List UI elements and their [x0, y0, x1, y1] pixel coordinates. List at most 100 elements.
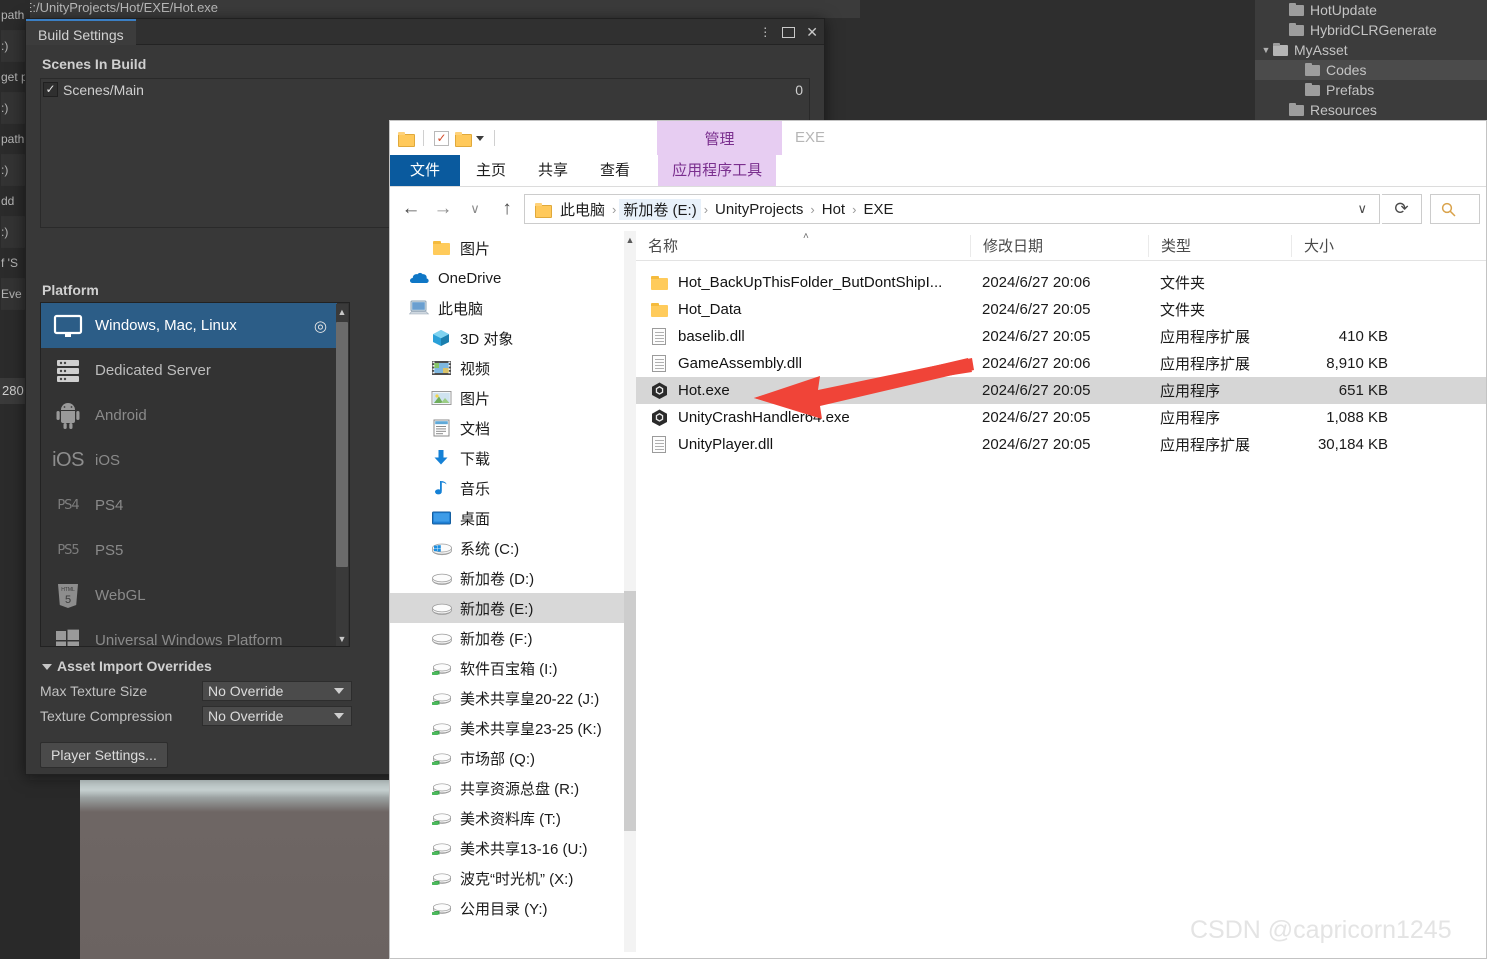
collapse-triangle-icon[interactable]	[42, 664, 52, 671]
hierarchy-row[interactable]: HybridCLRGenerate	[1255, 20, 1487, 40]
platform-row[interactable]: Dedicated Server	[41, 348, 337, 393]
hierarchy-row[interactable]: HotUpdate	[1255, 0, 1487, 20]
search-input[interactable]	[1430, 194, 1480, 224]
platform-row[interactable]: iOS iOS	[41, 438, 337, 483]
file-explorer-window[interactable]: ✓ 管理 EXE 文件 主页 共享 查看 应用程序工具 ← → ∨ ↑ 此电脑 › 新加卷 …	[389, 120, 1487, 959]
nav-item[interactable]: 美术共享13-16 (U:)	[390, 833, 636, 863]
nav-item[interactable]: 新加卷 (E:)	[390, 593, 636, 623]
hierarchy-row[interactable]: Codes	[1255, 60, 1487, 80]
forward-button[interactable]: →	[428, 194, 458, 224]
override-dropdown[interactable]: No Override	[202, 705, 352, 726]
nav-item[interactable]: OneDrive	[390, 263, 636, 293]
breadcrumb[interactable]: 此电脑 › 新加卷 (E:) › UnityProjects › Hot › EXE ∨	[524, 194, 1380, 224]
table-row[interactable]: Hot_BackUpThisFolder_ButDontShipI... 2024…	[636, 269, 1486, 296]
nav-item[interactable]: 系统 (C:)	[390, 533, 636, 563]
nav-item[interactable]: 桌面	[390, 503, 636, 533]
this-pc-icon	[408, 298, 430, 318]
nav-item[interactable]: 美术资料库 (T:)	[390, 803, 636, 833]
tab-2[interactable]: 共享	[522, 155, 584, 187]
navigation-pane[interactable]: 图片 OneDrive 此电脑 3D 对象 视频 图片 文档 下载 音乐 桌面 系统 (C:) 新加卷…	[390, 231, 636, 952]
nav-item[interactable]: 图片	[390, 383, 636, 413]
nav-item[interactable]: 共享资源总盘 (R:)	[390, 773, 636, 803]
chevron-down-icon[interactable]	[334, 687, 344, 694]
platform-row[interactable]: Windows, Mac, Linux ◎	[41, 303, 337, 348]
recent-locations-button[interactable]: ∨	[460, 194, 490, 224]
back-button[interactable]: ←	[396, 194, 426, 224]
address-bar[interactable]: ← → ∨ ↑ 此电脑 › 新加卷 (E:) › UnityProjects › Hot › E…	[390, 187, 1486, 231]
table-row[interactable]: GameAssembly.dll 2024/6/27 20:06 应用程序扩展 8,9…	[636, 350, 1486, 377]
override-dropdown[interactable]: No Override	[202, 680, 352, 701]
nav-item[interactable]: 3D 对象	[390, 323, 636, 353]
scene-row[interactable]: ✓ Scenes/Main 0	[41, 79, 809, 100]
nav-item[interactable]: 视频	[390, 353, 636, 383]
kebab-menu-icon[interactable]: ⋮	[759, 26, 771, 38]
unity-project-hierarchy[interactable]: HotUpdate HybridCLRGenerate ▼ MyAsset Codes P…	[1255, 0, 1487, 120]
platform-row[interactable]: Universal Windows Platform	[41, 618, 337, 646]
hierarchy-row[interactable]: ▼ MyAsset	[1255, 40, 1487, 60]
scrollbar-thumb[interactable]	[624, 591, 636, 831]
nav-item[interactable]: 音乐	[390, 473, 636, 503]
build-settings-titlebar[interactable]: Build Settings ⋮ ✕	[26, 19, 824, 45]
refresh-button[interactable]: ⟳	[1382, 194, 1422, 224]
tab-1[interactable]: 主页	[460, 155, 522, 187]
column-headers[interactable]: 名称 修改日期 类型 大小 ˄	[636, 231, 1486, 261]
breadcrumb-item[interactable]: EXE	[859, 201, 897, 218]
folder-icon[interactable]	[398, 131, 415, 147]
column-header-size[interactable]: 大小	[1291, 234, 1396, 257]
tab-0[interactable]: 文件	[390, 155, 461, 187]
tab-4[interactable]: 应用程序工具	[658, 155, 777, 187]
chevron-down-icon[interactable]	[476, 135, 484, 141]
platform-scrollbar[interactable]: ▲ ▼	[336, 304, 348, 646]
column-header-type[interactable]: 类型	[1148, 234, 1291, 257]
platform-row[interactable]: PS5 PS5	[41, 528, 337, 573]
file-list-pane[interactable]: 名称 修改日期 类型 大小 ˄ Hot_BackUpThisFolder_ButDont…	[636, 231, 1486, 952]
table-row[interactable]: UnityCrashHandler64.exe 2024/6/27 20:05 应用…	[636, 404, 1486, 431]
breadcrumb-item[interactable]: 此电脑	[556, 199, 609, 220]
breadcrumb-item[interactable]: UnityProjects	[711, 201, 807, 218]
nav-item[interactable]: 波克“时光机” (X:)	[390, 863, 636, 893]
ribbon-tabs[interactable]: 文件 主页 共享 查看 应用程序工具	[390, 155, 1486, 187]
breadcrumb-item[interactable]: Hot	[818, 201, 849, 218]
tab-3[interactable]: 查看	[584, 155, 646, 187]
nav-item[interactable]: 美术共享皇23-25 (K:)	[390, 713, 636, 743]
maximize-icon[interactable]	[782, 26, 796, 38]
build-settings-tab[interactable]: Build Settings	[26, 19, 136, 45]
expander-icon[interactable]: ▼	[1259, 40, 1273, 60]
nav-item[interactable]: 软件百宝箱 (I:)	[390, 653, 636, 683]
platform-row[interactable]: HTML 5 WebGL	[41, 573, 337, 618]
up-button[interactable]: ↑	[492, 194, 522, 224]
nav-item[interactable]: 公用目录 (Y:)	[390, 893, 636, 923]
hierarchy-row[interactable]: Prefabs	[1255, 80, 1487, 100]
platform-list[interactable]: Windows, Mac, Linux ◎ Dedicated Server Andr…	[40, 302, 350, 647]
player-settings-button[interactable]: Player Settings...	[40, 742, 168, 768]
scroll-up-icon[interactable]: ▲	[336, 304, 348, 320]
nav-item[interactable]: 此电脑	[390, 293, 636, 323]
nav-item[interactable]: 新加卷 (D:)	[390, 563, 636, 593]
table-row[interactable]: Hot.exe 2024/6/27 20:05 应用程序 651 KB	[636, 377, 1486, 404]
scrollbar-thumb[interactable]	[336, 322, 348, 567]
nav-scrollbar[interactable]: ▲	[624, 231, 636, 952]
chevron-down-icon[interactable]	[334, 712, 344, 719]
scroll-up-icon[interactable]: ▲	[624, 231, 636, 249]
scroll-down-icon[interactable]: ▼	[336, 631, 348, 646]
close-icon[interactable]: ✕	[806, 25, 818, 39]
chevron-down-icon[interactable]: ∨	[1349, 201, 1375, 217]
platform-row[interactable]: Android	[41, 393, 337, 438]
column-header-date[interactable]: 修改日期	[970, 234, 1148, 257]
scene-checkbox[interactable]: ✓	[43, 82, 58, 97]
nav-item[interactable]: 文档	[390, 413, 636, 443]
table-row[interactable]: baselib.dll 2024/6/27 20:05 应用程序扩展 410 KB	[636, 323, 1486, 350]
platform-row[interactable]: PS4 PS4	[41, 483, 337, 528]
table-row[interactable]: UnityPlayer.dll 2024/6/27 20:05 应用程序扩展 30,1…	[636, 431, 1486, 458]
nav-item[interactable]: 下载	[390, 443, 636, 473]
nav-item[interactable]: 新加卷 (F:)	[390, 623, 636, 653]
breadcrumb-item[interactable]: 新加卷 (E:)	[619, 198, 701, 220]
table-row[interactable]: Hot_Data 2024/6/27 20:05 文件夹	[636, 296, 1486, 323]
properties-checkbox-icon[interactable]: ✓	[434, 130, 449, 146]
nav-item[interactable]: 市场部 (Q:)	[390, 743, 636, 773]
new-folder-icon[interactable]	[455, 131, 472, 147]
hierarchy-row[interactable]: Resources	[1255, 100, 1487, 120]
nav-item[interactable]: 图片	[390, 233, 636, 263]
nav-item[interactable]: 美术共享皇20-22 (J:)	[390, 683, 636, 713]
quick-access-toolbar[interactable]: ✓ 管理 EXE	[390, 121, 1486, 155]
